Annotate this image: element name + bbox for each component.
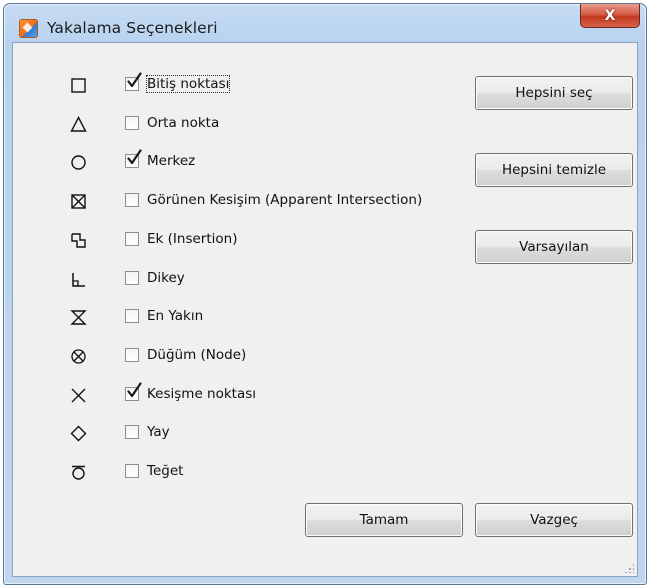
option-label: Görünen Kesişim (Apparent Intersection)	[147, 192, 423, 208]
nearest-hourglass-icon	[68, 307, 88, 327]
snap-option-row[interactable]: Orta nokta	[13, 112, 443, 136]
app-logo-icon	[19, 19, 38, 38]
midpoint-triangle-icon	[68, 114, 88, 134]
apparent-intersection-icon	[68, 191, 88, 211]
snap-option-row[interactable]: Dikey	[13, 267, 443, 291]
option-label: Teğet	[147, 463, 184, 479]
cancel-button[interactable]: Vazgeç	[475, 503, 633, 537]
option-label: Düğüm (Node)	[147, 347, 247, 363]
center-circle-icon	[68, 152, 88, 172]
snap-option-row[interactable]: Kesişme noktası	[13, 382, 443, 407]
option-checkbox[interactable]	[125, 232, 139, 246]
snap-option-row[interactable]: En Yakın	[13, 305, 443, 329]
close-button[interactable]: X	[580, 4, 640, 28]
option-checkbox[interactable]	[125, 348, 139, 362]
quadrant-diamond-icon	[68, 423, 88, 443]
ok-button[interactable]: Tamam	[305, 503, 463, 537]
option-checkbox[interactable]	[125, 193, 139, 207]
option-checkbox[interactable]	[125, 72, 142, 91]
perpendicular-icon	[68, 269, 88, 289]
insertion-icon	[68, 230, 88, 250]
option-checkbox[interactable]	[125, 116, 139, 130]
snap-options-dialog: Yakalama Seçenekleri X Bitiş noktası Orta…	[3, 3, 647, 585]
select-all-button[interactable]: Hepsini seç	[475, 76, 633, 110]
option-checkbox[interactable]	[125, 425, 139, 439]
option-checkbox[interactable]	[125, 271, 139, 285]
option-label: Yay	[147, 424, 170, 440]
option-label: En Yakın	[147, 308, 204, 324]
snap-option-row[interactable]: Teğet	[13, 460, 443, 484]
checkmark-icon	[127, 149, 142, 165]
endpoint-square-icon	[68, 75, 88, 95]
snap-option-row[interactable]: Düğüm (Node)	[13, 344, 443, 368]
option-label: Dikey	[147, 270, 185, 286]
option-label: Merkez	[147, 153, 196, 169]
checkmark-icon	[127, 72, 142, 88]
option-checkbox[interactable]	[125, 382, 142, 401]
checkmark-icon	[127, 382, 142, 398]
tangent-icon	[68, 462, 88, 482]
dialog-body: Bitiş noktası Orta nokta Merkez Görünen Kes…	[12, 42, 638, 577]
resize-grip[interactable]	[624, 563, 634, 573]
intersection-x-icon	[68, 385, 88, 405]
node-icon	[68, 346, 88, 366]
option-checkbox[interactable]	[125, 309, 139, 323]
snap-option-row[interactable]: Ek (Insertion)	[13, 228, 443, 252]
snap-option-row[interactable]: Bitiş noktası	[13, 72, 443, 97]
defaults-button[interactable]: Varsayılan	[475, 230, 633, 264]
snap-option-row[interactable]: Yay	[13, 421, 443, 445]
option-checkbox[interactable]	[125, 464, 139, 478]
snap-option-row[interactable]: Görünen Kesişim (Apparent Intersection)	[13, 189, 443, 213]
window-title: Yakalama Seçenekleri	[47, 19, 218, 37]
snap-option-row[interactable]: Merkez	[13, 149, 443, 174]
option-label: Ek (Insertion)	[147, 231, 238, 247]
clear-all-button[interactable]: Hepsini temizle	[475, 153, 633, 187]
option-checkbox[interactable]	[125, 149, 142, 168]
option-label: Kesişme noktası	[147, 386, 257, 402]
option-label: Orta nokta	[147, 115, 220, 131]
option-label: Bitiş noktası	[145, 75, 231, 93]
